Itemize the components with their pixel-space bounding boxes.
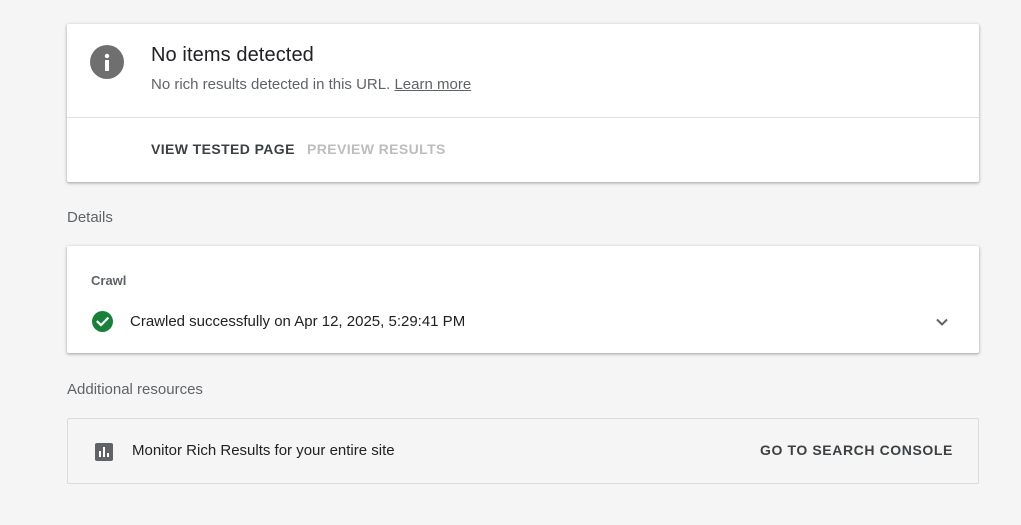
summary-subtitle: No rich results detected in this URL. Le…	[151, 76, 471, 93]
info-icon	[90, 45, 124, 79]
details-section-label: Details	[67, 209, 113, 226]
chevron-down-icon[interactable]	[933, 313, 951, 331]
crawl-heading: Crawl	[91, 273, 127, 288]
preview-results-button[interactable]: PREVIEW RESULTS	[307, 141, 446, 157]
additional-resources-card: Monitor Rich Results for your entire sit…	[67, 418, 979, 484]
view-tested-page-button[interactable]: VIEW TESTED PAGE	[151, 141, 295, 157]
monitor-rich-results-text: Monitor Rich Results for your entire sit…	[132, 442, 395, 459]
summary-title: No items detected	[151, 44, 314, 66]
summary-subtitle-text: No rich results detected in this URL.	[151, 76, 391, 93]
go-to-search-console-button[interactable]: GO TO SEARCH CONSOLE	[760, 442, 953, 458]
summary-card: No items detected No rich results detect…	[67, 24, 979, 182]
summary-header: No items detected No rich results detect…	[67, 24, 979, 118]
check-circle-icon	[92, 311, 113, 332]
additional-resources-label: Additional resources	[67, 381, 203, 398]
crawl-card[interactable]: Crawl Crawled successfully on Apr 12, 20…	[67, 246, 979, 353]
bar-chart-icon	[95, 443, 113, 461]
crawl-status-text: Crawled successfully on Apr 12, 2025, 5:…	[130, 313, 466, 330]
learn-more-link[interactable]: Learn more	[394, 76, 471, 93]
